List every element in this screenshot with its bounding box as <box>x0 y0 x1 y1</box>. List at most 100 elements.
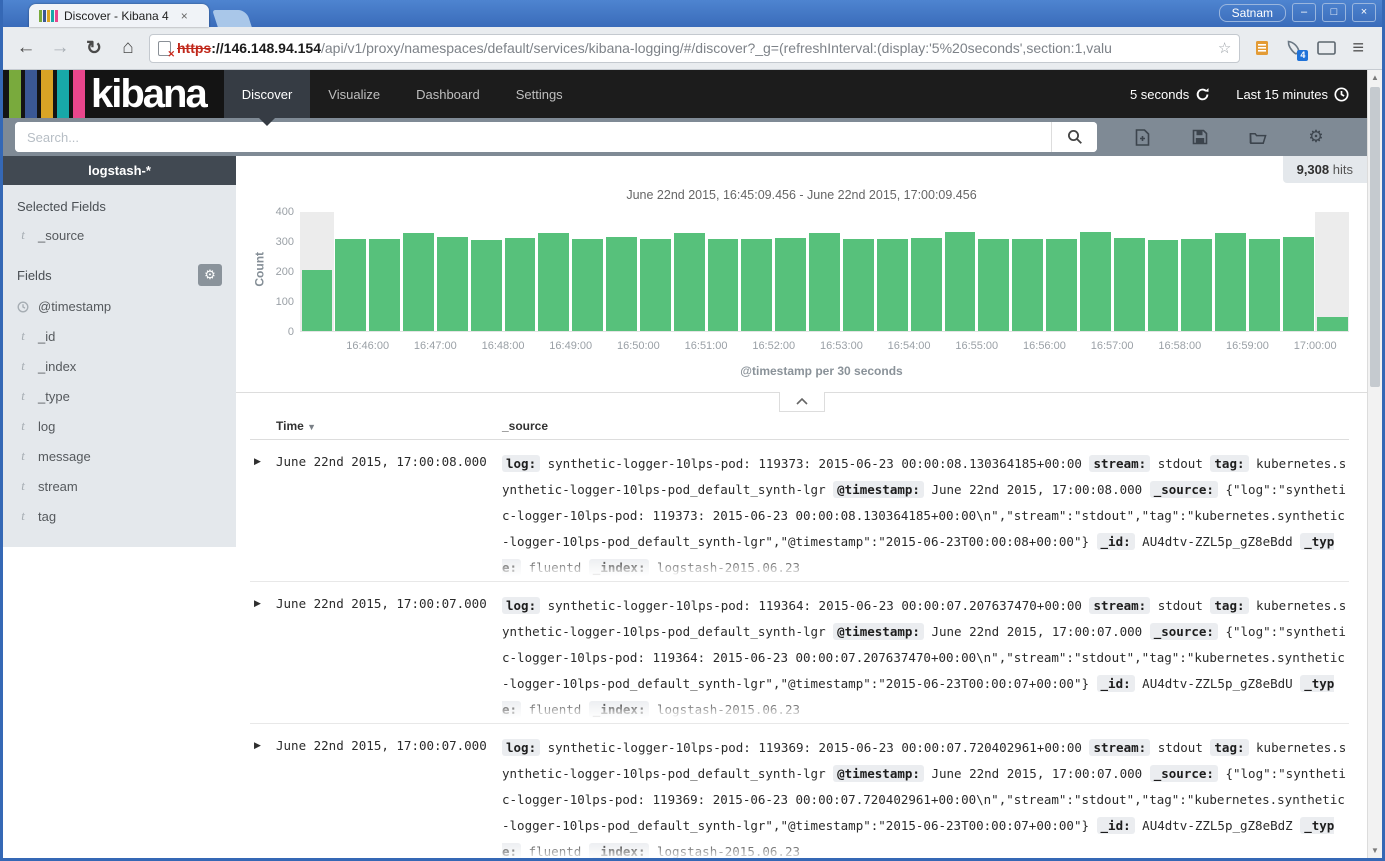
url-bar[interactable]: https://146.148.94.154/api/v1/proxy/name… <box>149 34 1240 63</box>
page-viewport: kibana DiscoverVisualizeDashboardSetting… <box>3 70 1382 858</box>
cast-icon[interactable] <box>1316 38 1336 58</box>
nav-item-settings[interactable]: Settings <box>498 70 581 118</box>
histogram-bar[interactable] <box>909 212 943 331</box>
x-tick-label: 16:48:00 <box>482 340 525 352</box>
histogram-bar[interactable] <box>1214 212 1248 331</box>
field-item-type[interactable]: t_type <box>3 381 236 411</box>
histogram-bar[interactable] <box>1146 212 1180 331</box>
histogram-bar[interactable] <box>740 212 774 331</box>
fields-settings-gear-icon[interactable]: ⚙ <box>198 264 222 286</box>
histogram-bar[interactable] <box>774 212 808 331</box>
field-key-badge: _source: <box>1150 765 1218 782</box>
kibana-logo[interactable]: kibana <box>3 70 224 118</box>
tab-close-icon[interactable]: × <box>181 9 188 23</box>
histogram-bar[interactable] <box>875 212 909 331</box>
field-item-id[interactable]: t_id <box>3 321 236 351</box>
histogram-bar[interactable] <box>808 212 842 331</box>
field-item-message[interactable]: tmessage <box>3 441 236 471</box>
histogram-bar[interactable] <box>605 212 639 331</box>
collapse-chart-button[interactable] <box>779 392 825 412</box>
histogram-bar[interactable] <box>977 212 1011 331</box>
histogram-bar[interactable] <box>435 212 469 331</box>
bookmark-star-icon[interactable]: ☆ <box>1218 39 1231 57</box>
scroll-down-icon[interactable]: ▼ <box>1368 843 1382 858</box>
minimize-button[interactable]: – <box>1292 3 1316 22</box>
histogram-bar[interactable] <box>571 212 605 331</box>
field-key-badge: log: <box>502 455 540 472</box>
histogram-bar[interactable] <box>638 212 672 331</box>
scroll-up-icon[interactable]: ▲ <box>1368 70 1382 85</box>
extension-icon-phone[interactable]: 4 <box>1284 38 1304 58</box>
histogram-bar[interactable] <box>1045 212 1079 331</box>
index-pattern-header[interactable]: logstash-* <box>3 156 236 185</box>
expand-row-icon[interactable]: ▶ <box>250 451 276 581</box>
bar-fill <box>437 237 468 331</box>
home-icon[interactable]: ⌂ <box>115 37 141 59</box>
row-time: June 22nd 2015, 17:00:07.000 <box>276 735 502 858</box>
expand-row-icon[interactable]: ▶ <box>250 735 276 858</box>
close-button[interactable]: × <box>1352 3 1376 22</box>
histogram-bar[interactable] <box>402 212 436 331</box>
maximize-button[interactable]: □ <box>1322 3 1346 22</box>
time-range-control[interactable]: Last 15 minutes <box>1236 87 1349 102</box>
field-item-index[interactable]: t_index <box>3 351 236 381</box>
histogram-bar[interactable] <box>469 212 503 331</box>
x-tick-label: 16:56:00 <box>1023 340 1066 352</box>
field-item-timestamp[interactable]: @timestamp <box>3 292 236 321</box>
search-input[interactable] <box>15 122 1051 152</box>
bar-fill <box>741 239 772 331</box>
profile-button[interactable]: Satnam <box>1219 4 1286 22</box>
histogram-bar[interactable] <box>842 212 876 331</box>
field-name: tag <box>38 509 56 524</box>
field-item-stream[interactable]: tstream <box>3 471 236 501</box>
nav-item-visualize[interactable]: Visualize <box>310 70 398 118</box>
forward-icon[interactable]: → <box>47 37 73 59</box>
histogram-bar[interactable] <box>1281 212 1315 331</box>
x-tick-label: 16:49:00 <box>549 340 592 352</box>
field-key-badge: stream: <box>1089 455 1150 472</box>
new-search-button[interactable] <box>1133 128 1151 146</box>
expand-row-icon[interactable]: ▶ <box>250 593 276 723</box>
bar-fill <box>911 238 942 331</box>
y-axis: Count 0100200300400 <box>250 212 300 332</box>
histogram-bar[interactable] <box>1112 212 1146 331</box>
histogram-bar[interactable] <box>1011 212 1045 331</box>
insecure-page-icon[interactable] <box>158 41 171 56</box>
histogram-bar[interactable] <box>706 212 740 331</box>
histogram-bar[interactable] <box>334 212 368 331</box>
reload-icon[interactable]: ↻ <box>81 37 107 60</box>
histogram-bar[interactable] <box>503 212 537 331</box>
histogram-bar[interactable] <box>1078 212 1112 331</box>
save-search-button[interactable] <box>1191 128 1209 146</box>
column-header-time[interactable]: Time ▼ <box>250 419 502 433</box>
browser-menu-icon[interactable]: ≡ <box>1348 37 1368 60</box>
search-icon <box>1067 129 1083 145</box>
settings-gear-icon[interactable]: ⚙ <box>1307 128 1325 146</box>
histogram-bar[interactable] <box>300 212 334 331</box>
back-icon[interactable]: ← <box>13 37 39 59</box>
field-item-tag[interactable]: ttag <box>3 501 236 531</box>
browser-tab[interactable]: Discover - Kibana 4 × <box>29 4 209 27</box>
histogram-bar[interactable] <box>1180 212 1214 331</box>
nav-item-dashboard[interactable]: Dashboard <box>398 70 498 118</box>
histogram-bar[interactable] <box>672 212 706 331</box>
histogram-bar[interactable] <box>368 212 402 331</box>
refresh-interval-control[interactable]: 5 seconds <box>1130 87 1210 102</box>
field-item-source[interactable]: t_source <box>3 220 236 250</box>
histogram-bar[interactable] <box>1248 212 1282 331</box>
nav-item-discover[interactable]: Discover <box>224 70 311 118</box>
search-submit-button[interactable] <box>1051 122 1097 152</box>
field-item-log[interactable]: tlog <box>3 411 236 441</box>
page-scrollbar[interactable]: ▲ ▼ <box>1367 70 1382 858</box>
open-search-button[interactable] <box>1249 128 1267 146</box>
histogram-bar[interactable] <box>537 212 571 331</box>
histogram-bar[interactable] <box>943 212 977 331</box>
scrollbar-thumb[interactable] <box>1370 87 1380 387</box>
field-key-badge: log: <box>502 739 540 756</box>
histogram-bar[interactable] <box>1315 212 1349 331</box>
new-tab-button[interactable] <box>212 10 252 27</box>
x-tick-label: 16:51:00 <box>685 340 728 352</box>
extension-icon-1[interactable] <box>1252 38 1272 58</box>
row-source: log: synthetic-logger-10lps-pod: 119369:… <box>502 735 1349 858</box>
field-key-badge: @timestamp: <box>833 765 924 782</box>
